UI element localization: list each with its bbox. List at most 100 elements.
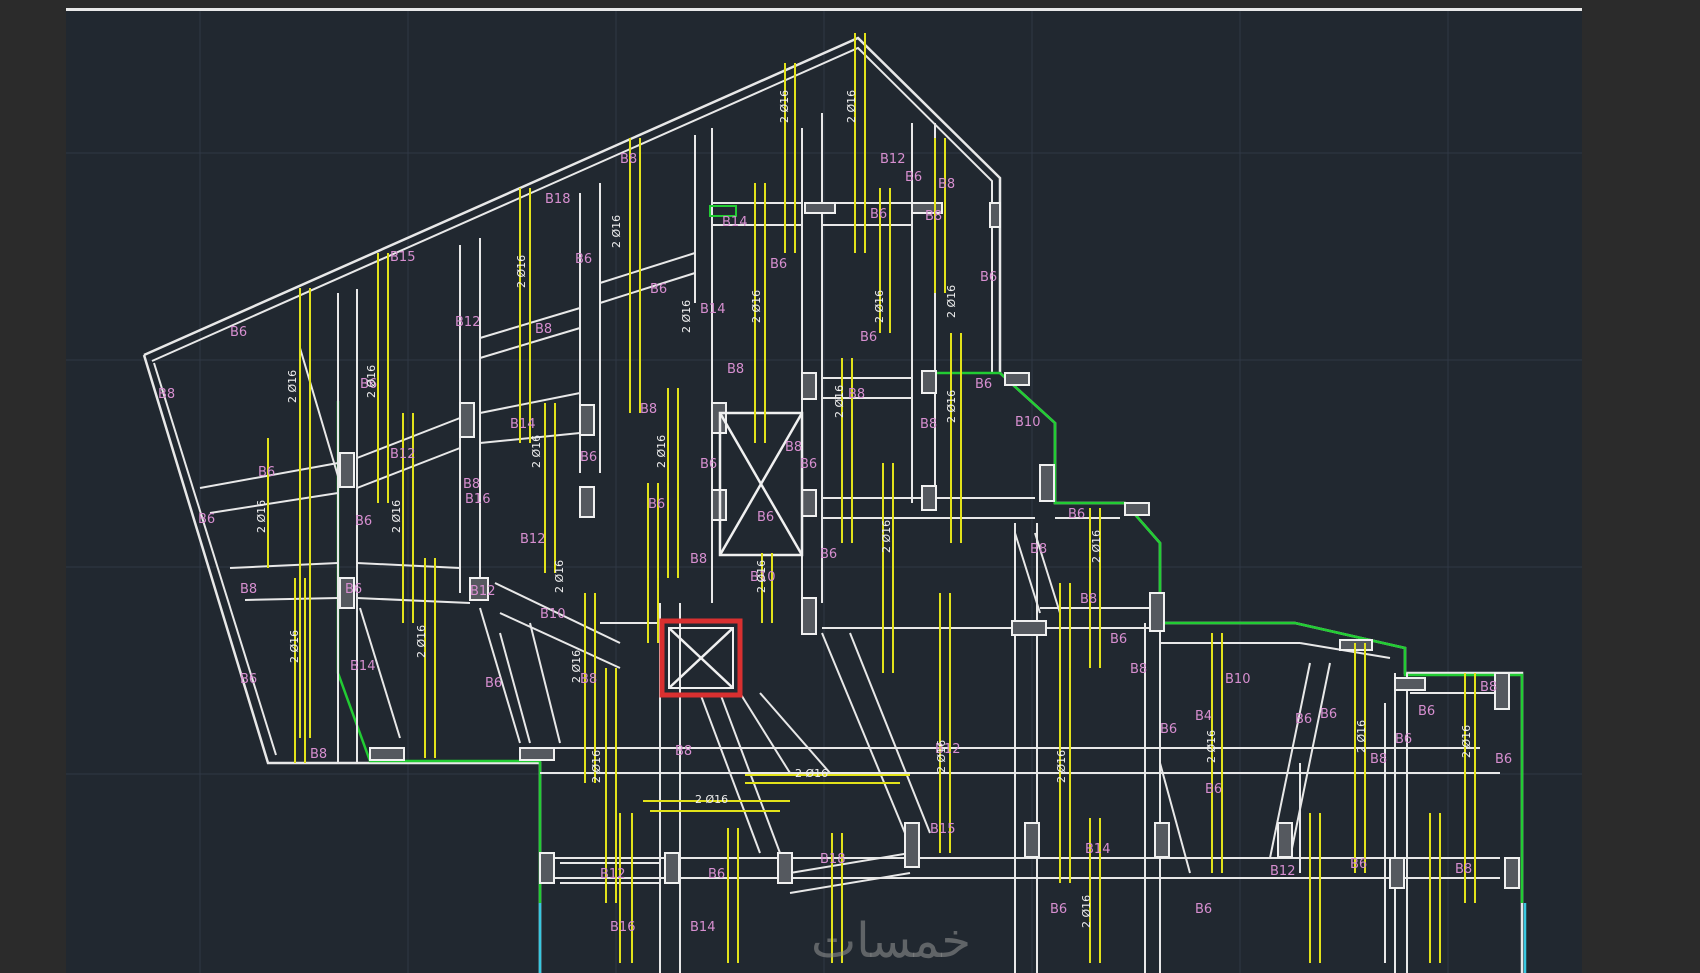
beam-label: B8 xyxy=(925,209,942,224)
bar-label: 2 Ø16 xyxy=(778,90,791,123)
outer-wall-line-left-inner xyxy=(153,362,277,756)
bar-label: 2 Ø16 xyxy=(880,520,893,553)
bar-label: 2 Ø16 xyxy=(255,500,268,533)
beam-label: B12 xyxy=(470,584,495,599)
column xyxy=(1124,502,1150,516)
column xyxy=(804,202,836,214)
boundary-line xyxy=(935,371,1524,903)
beam-label: B8 xyxy=(463,477,480,492)
bar-label: 2 Ø16 xyxy=(945,390,958,423)
bar-label: 2 Ø16 xyxy=(288,630,301,663)
bar-label: 2 Ø16 xyxy=(415,625,428,658)
bar-label: 2 Ø16 xyxy=(390,500,403,533)
bar-label: 2 Ø16 xyxy=(286,370,299,403)
floor-plan-drawing: B6B8B6B6B8B6B8B6B12B6B6B14B15B12B8B14B16… xyxy=(66,11,1582,973)
beam-label: B10 xyxy=(1225,672,1250,687)
bar-label: 2 Ø16 xyxy=(1205,730,1218,763)
beam-line xyxy=(849,632,931,834)
column xyxy=(921,485,937,511)
beam-label: B8 xyxy=(690,552,707,567)
bar-label: 2 Ø16 xyxy=(530,435,543,468)
beam-label: B14 xyxy=(510,417,535,432)
column xyxy=(801,489,817,517)
beam-label: B8 xyxy=(1455,862,1472,877)
beam-label: B14 xyxy=(722,215,747,230)
beam-label: B4 xyxy=(1195,709,1212,724)
bar-label: 2 Ø16 xyxy=(755,560,768,593)
beam-line xyxy=(789,872,911,894)
column xyxy=(1024,822,1040,858)
beam-label: B8 xyxy=(620,152,637,167)
bar-label: 2 Ø16 xyxy=(610,215,623,248)
bar-label: 2 Ø16 xyxy=(873,290,886,323)
column xyxy=(1039,464,1055,502)
beam-label: B12 xyxy=(880,152,905,167)
beam-label: B12 xyxy=(390,447,415,462)
bar-label: 2 Ø16 xyxy=(655,435,668,468)
column xyxy=(777,852,793,884)
column xyxy=(519,747,555,761)
beam-label: B8 xyxy=(535,322,552,337)
bar-label: 2 Ø16 xyxy=(680,300,693,333)
beam-label: B14 xyxy=(700,302,725,317)
beam-label: B6 xyxy=(1205,782,1222,797)
beam-line xyxy=(244,597,339,601)
column xyxy=(1154,822,1170,858)
beam-label: B10 xyxy=(1015,415,1040,430)
bar-label: 2 Ø16 xyxy=(1055,750,1068,783)
beam-label: B16 xyxy=(465,492,490,507)
beam-label: B6 xyxy=(240,672,257,687)
beam-label: B8 xyxy=(1030,542,1047,557)
beam-label: B6 xyxy=(485,676,502,691)
beam-label: B6 xyxy=(708,867,725,882)
column xyxy=(339,452,355,488)
beam-label: B18 xyxy=(820,852,845,867)
beam-label: B14 xyxy=(1085,842,1110,857)
column xyxy=(801,372,817,400)
beam-label: B8 xyxy=(310,747,327,762)
beam-label: B15 xyxy=(390,250,415,265)
beam-label: B12 xyxy=(520,532,545,547)
beam-label: B10 xyxy=(540,607,565,622)
beam-label: B8 xyxy=(1080,592,1097,607)
beam-label: B12 xyxy=(455,315,480,330)
column xyxy=(664,852,680,884)
beam-label: B6 xyxy=(1395,732,1412,747)
beam-label: B6 xyxy=(575,252,592,267)
beam-label: B14 xyxy=(690,920,715,935)
bar-label: 2 Ø16 xyxy=(365,365,378,398)
beam-label: B6 xyxy=(648,497,665,512)
column xyxy=(1389,857,1405,889)
outer-wall-line xyxy=(143,36,1524,973)
beam-label: B8 xyxy=(1480,680,1497,695)
beam-label: B12 xyxy=(1270,864,1295,879)
column xyxy=(989,202,1001,228)
beam-label: B8 xyxy=(675,744,692,759)
beam-label: B8 xyxy=(1370,752,1387,767)
bar-label: 2 Ø16 xyxy=(553,560,566,593)
column xyxy=(1504,857,1520,889)
column xyxy=(921,370,937,394)
beam-label: B6 xyxy=(905,170,922,185)
outer-walls xyxy=(142,36,1524,973)
elevator-shaft xyxy=(718,411,804,557)
beam-label: B6 xyxy=(757,510,774,525)
beam-label: B6 xyxy=(1350,857,1367,872)
bar-label: 2 Ø16 xyxy=(795,767,828,780)
beam-label: B6 xyxy=(1320,707,1337,722)
beam-label: B8 xyxy=(640,402,657,417)
beam-label: B6 xyxy=(198,512,215,527)
beam-label: B6 xyxy=(580,450,597,465)
beam-label: B15 xyxy=(930,822,955,837)
beam-label: B8 xyxy=(938,177,955,192)
bar-label: 2 Ø16 xyxy=(570,650,583,683)
bar-label: 2 Ø16 xyxy=(935,740,948,773)
beam-label: B6 xyxy=(975,377,992,392)
column xyxy=(904,822,920,868)
column xyxy=(459,402,475,438)
bar-label: 2 Ø16 xyxy=(945,285,958,318)
beam-label: B6 xyxy=(1295,712,1312,727)
column xyxy=(1277,822,1293,858)
beam-label: B6 xyxy=(860,330,877,345)
cad-viewport[interactable]: B6 B8 B6 B6 B8 B6 B8 B6 B12 B6 B6 B14 B15 B12 B8 B14 B16… xyxy=(66,8,1582,973)
